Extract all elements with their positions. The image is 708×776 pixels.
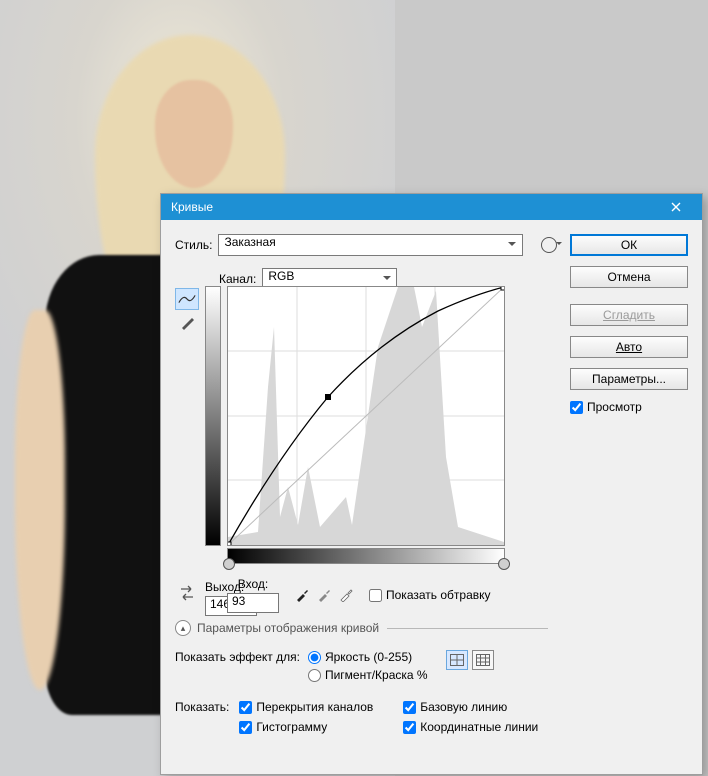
black-point-eyedropper[interactable]: [294, 587, 310, 603]
curve-panel: Выход: 146: [205, 286, 525, 566]
curve-point-selected[interactable]: [325, 394, 331, 400]
mode-brightness-radio[interactable]: Яркость (0-255): [308, 650, 428, 664]
dialog-actions: ОК Отмена Сгладить Авто Параметры... Про…: [570, 234, 688, 414]
opt-overlays-label: Перекрытия каналов: [256, 700, 373, 714]
mode-pigment-input[interactable]: [308, 669, 321, 682]
style-value: Заказная: [224, 235, 275, 249]
opt-gridlines-label: Координатные линии: [420, 720, 538, 734]
output-gradient: [205, 286, 221, 546]
grid-large-button[interactable]: [472, 650, 494, 670]
mode-pigment-label: Пигмент/Краска %: [325, 668, 428, 682]
dialog-title: Кривые: [171, 200, 656, 214]
preview-checkbox-input[interactable]: [570, 401, 583, 414]
chevron-up-icon: ▴: [175, 620, 191, 636]
separator: [387, 628, 548, 629]
auto-label: Авто: [616, 340, 642, 354]
opt-overlays-checkbox[interactable]: Перекрытия каналов: [239, 700, 373, 714]
show-clipping-checkbox[interactable]: Показать обтравку: [369, 588, 491, 602]
pencil-tool-icon: [180, 316, 194, 330]
auto-button[interactable]: Авто: [570, 336, 688, 358]
opt-baseline-label: Базовую линию: [420, 700, 507, 714]
mode-brightness-label: Яркость (0-255): [325, 650, 412, 664]
mode-pigment-radio[interactable]: Пигмент/Краска %: [308, 668, 428, 682]
grid-large-icon: [476, 654, 490, 666]
gray-point-eyedropper[interactable]: [316, 587, 332, 603]
display-group-title: Параметры отображения кривой: [197, 621, 379, 635]
gear-icon[interactable]: [541, 237, 557, 253]
mode-brightness-input[interactable]: [308, 651, 321, 664]
close-button[interactable]: [656, 197, 696, 217]
show-clipping-input[interactable]: [369, 589, 382, 602]
opt-hist-label: Гистограмму: [256, 720, 327, 734]
curve-tool[interactable]: [175, 288, 199, 310]
show-clipping-label: Показать обтравку: [386, 588, 491, 602]
channel-label: Канал:: [219, 272, 256, 286]
photo-region: [15, 310, 65, 690]
smooth-label: Сгладить: [603, 308, 655, 322]
show-effect-label: Показать эффект для:: [175, 650, 300, 664]
opt-overlays-input[interactable]: [239, 701, 252, 714]
style-label: Стиль:: [175, 238, 212, 252]
opt-gridlines-input[interactable]: [403, 721, 416, 734]
grid-small-icon: [450, 654, 464, 666]
input-gradient: [227, 548, 505, 564]
opt-baseline-checkbox[interactable]: Базовую линию: [403, 700, 538, 714]
cancel-button[interactable]: Отмена: [570, 266, 688, 288]
opt-hist-checkbox[interactable]: Гистограмму: [239, 720, 373, 734]
style-select[interactable]: Заказная: [218, 234, 523, 256]
channel-value: RGB: [268, 269, 294, 283]
smooth-button: Сгладить: [570, 304, 688, 326]
curve-svg: [228, 287, 504, 545]
white-point-eyedropper[interactable]: [338, 587, 354, 603]
input-label: Вход:: [227, 577, 279, 591]
opt-hist-input[interactable]: [239, 721, 252, 734]
white-point-eyedropper-icon: [339, 588, 353, 602]
preview-label: Просмотр: [587, 400, 642, 414]
curve-point[interactable]: [228, 542, 231, 545]
curve-point[interactable]: [501, 287, 504, 290]
curves-dialog: Кривые ОК Отмена Сгладить Авто Параметры…: [160, 193, 703, 775]
input-field[interactable]: 93: [227, 593, 279, 613]
ok-button[interactable]: ОК: [570, 234, 688, 256]
curve-display-group: ▴ Параметры отображения кривой Показать …: [175, 620, 548, 740]
dialog-titlebar[interactable]: Кривые: [161, 194, 702, 220]
pencil-tool[interactable]: [175, 312, 199, 334]
show-label: Показать:: [175, 700, 229, 714]
preview-checkbox[interactable]: Просмотр: [570, 400, 688, 414]
white-point-slider[interactable]: [498, 558, 510, 570]
close-icon: [671, 202, 681, 212]
black-point-slider[interactable]: [223, 558, 235, 570]
opt-gridlines-checkbox[interactable]: Координатные линии: [403, 720, 538, 734]
black-point-eyedropper-icon: [295, 588, 309, 602]
opt-baseline-input[interactable]: [403, 701, 416, 714]
curve-graph[interactable]: [227, 286, 505, 546]
swap-axes-icon: [178, 585, 196, 601]
swap-axes-button[interactable]: [175, 582, 199, 604]
options-button[interactable]: Параметры...: [570, 368, 688, 390]
display-group-header[interactable]: ▴ Параметры отображения кривой: [175, 620, 548, 636]
grid-small-button[interactable]: [446, 650, 468, 670]
gray-point-eyedropper-icon: [317, 588, 331, 602]
curve-tool-icon: [178, 292, 196, 306]
